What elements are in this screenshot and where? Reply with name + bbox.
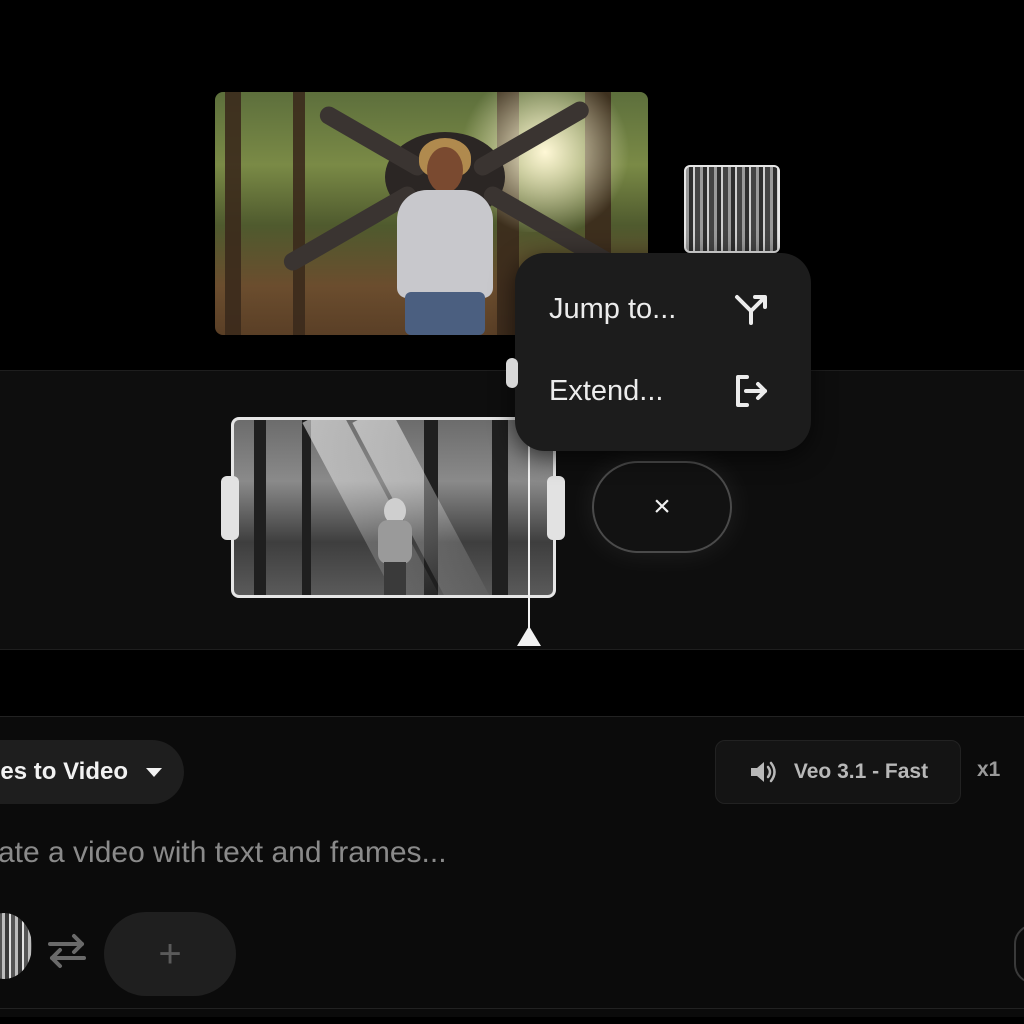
person-head [427,147,463,193]
menu-item-extend[interactable]: Extend... [549,361,771,421]
close-icon: × [653,490,671,523]
add-frame-button[interactable]: + [104,912,236,996]
branch-arrow-icon [735,295,767,325]
playhead-marker[interactable] [517,626,541,646]
person-shirt [397,190,493,298]
prompt-input[interactable]: rate a video with text and frames... [0,836,447,870]
person-jeans [405,292,485,335]
model-label: Veo 3.1 - Fast [793,760,929,783]
timeline-clip[interactable] [231,417,556,598]
next-frame-thumbnail[interactable] [684,165,780,253]
swap-icon[interactable] [44,930,90,970]
menu-anchor-marker [506,358,518,388]
tree-trunk [302,420,311,595]
mode-dropdown[interactable]: es to Video [0,740,184,804]
menu-item-label: Jump to... [549,292,677,325]
close-button[interactable]: × [592,461,732,553]
context-menu: Jump to... Extend... [515,253,811,451]
divider [0,1008,1024,1009]
output-count[interactable]: x1 [977,758,1000,782]
extend-exit-icon [736,375,767,407]
runner-body [378,520,412,564]
playhead-line[interactable] [528,420,530,630]
clip-trim-handle-left[interactable] [221,476,239,540]
tree-trunk [225,92,241,335]
runner-legs [384,562,406,595]
speaker-icon [750,761,776,783]
menu-item-jump-to[interactable]: Jump to... [549,279,771,339]
plus-icon: + [158,931,182,976]
tree-trunk [492,420,508,595]
clip-trim-handle-right[interactable] [547,476,565,540]
tree-trunk [293,92,305,335]
chevron-down-icon [146,767,162,777]
tree-trunk [254,420,266,595]
menu-item-label: Extend... [549,374,664,407]
model-selector[interactable]: Veo 3.1 - Fast [715,740,961,804]
mode-label: es to Video [0,758,128,785]
